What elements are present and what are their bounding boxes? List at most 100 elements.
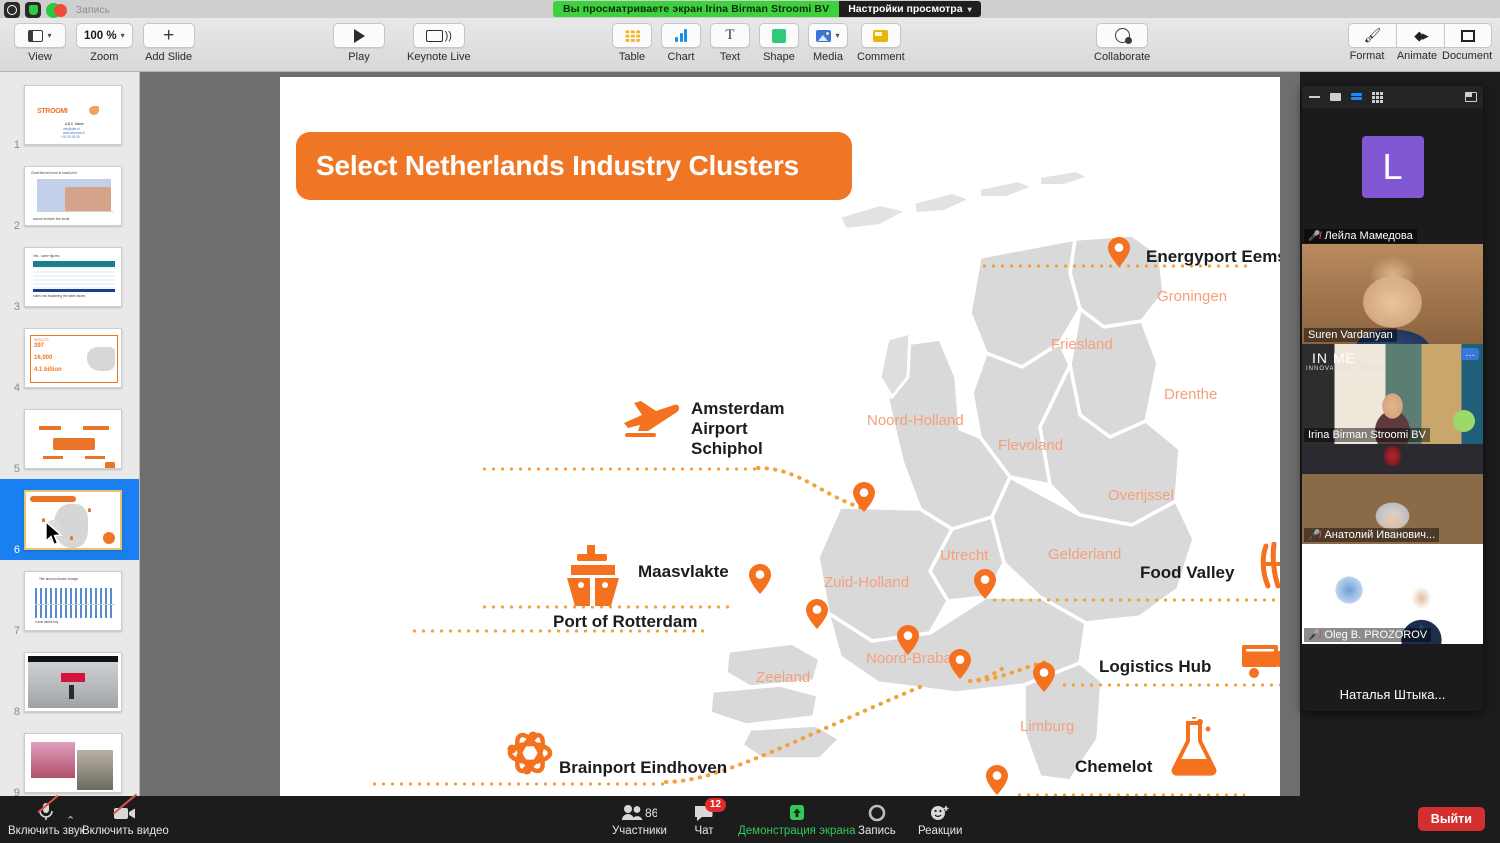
thumbnail-canvas: RESULTS 397 16,000 4.1 billion: [24, 327, 122, 388]
collaborate-button[interactable]: Collaborate: [1094, 23, 1150, 63]
cluster-label-foodvalley: Food Valley: [1140, 563, 1235, 582]
atom-icon: [507, 731, 553, 775]
map-pin-foodvalley[interactable]: [974, 569, 996, 599]
gallery-view-icon[interactable]: [1371, 91, 1384, 103]
comment-button[interactable]: Comment: [857, 23, 905, 63]
slide-thumbnail-2[interactable]: 2 Chart title text here in small print s…: [0, 155, 139, 236]
reactions-icon: [929, 802, 951, 822]
slide-thumbnail-3[interactable]: 3 Info - some figures notes row explaini…: [0, 236, 139, 317]
share-screen-label: Демонстрация экрана: [738, 825, 856, 837]
slide-number: 6: [13, 544, 20, 556]
participant-tile-2[interactable]: Suren Vardanyan: [1302, 244, 1483, 344]
slide-thumbnail-6[interactable]: 6: [0, 479, 139, 560]
window-controls: Запись: [4, 2, 110, 18]
view-button[interactable]: ▾ View: [14, 23, 66, 63]
speaker-view-icon[interactable]: [1350, 92, 1363, 103]
reactions-button[interactable]: Реакции: [918, 802, 962, 837]
participant-tile-6[interactable]: Наталья Штыка...: [1302, 644, 1483, 711]
tile-more-options-icon[interactable]: …: [1461, 348, 1479, 360]
chat-button[interactable]: 12 Чат: [694, 798, 726, 837]
document-button[interactable]: [1444, 23, 1492, 48]
shape-label: Shape: [763, 51, 795, 63]
shape-button[interactable]: Shape: [759, 23, 799, 63]
chart-label: Chart: [667, 51, 695, 63]
thumbnail-canvas: [24, 651, 122, 712]
cluster-label-logistics: Logistics Hub: [1099, 657, 1212, 676]
participants-label: Участники: [612, 825, 667, 837]
chart-button[interactable]: Chart: [661, 23, 701, 63]
map-pin-schiphol[interactable]: [853, 482, 875, 512]
view-options-button[interactable]: Настройки просмотра ▾: [839, 1, 981, 17]
media-label: Media: [813, 51, 843, 63]
add-slide-button[interactable]: + Add Slide: [142, 23, 195, 63]
thumbnail-canvas: Info - some figures notes row explaining…: [24, 246, 122, 307]
slide-number: 9: [13, 787, 20, 796]
start-video-button[interactable]: Включить видео: [82, 793, 169, 837]
slide-thumbnail-8[interactable]: 8: [0, 641, 139, 722]
zoom-label: Zoom: [90, 51, 119, 63]
thumbnail-canvas: [24, 408, 122, 469]
collaborate-icon: [1114, 28, 1132, 44]
participant-name-1: 🎤̸ Лейла Мамедова: [1304, 229, 1417, 243]
truck-icon: [1242, 645, 1280, 678]
single-view-icon[interactable]: [1329, 92, 1342, 103]
thumbnail-canvas: STROOMI A.B.C. Name info@site.nl www.str…: [24, 84, 122, 145]
animate-button[interactable]: ◆▸: [1396, 23, 1444, 48]
sharing-notice-text: Вы просматриваете экран Irina Birman Str…: [553, 1, 840, 17]
participant-name-5: 🎤̸ Oleg B. PROZOROV: [1304, 628, 1432, 642]
minimize-icon[interactable]: [1308, 92, 1321, 103]
recording-label: Запись: [76, 4, 111, 16]
shape-icon: [772, 28, 786, 43]
toolbar-right-segmented: 🖌 ◆▸: [1348, 23, 1492, 48]
mic-off-icon: 🎤̸: [1308, 230, 1321, 242]
food-icon: [1260, 542, 1280, 589]
slide-thumbnail-1[interactable]: 1 STROOMI A.B.C. Name info@site.nl www.s…: [0, 74, 139, 155]
slide-navigator[interactable]: 1 STROOMI A.B.C. Name info@site.nl www.s…: [0, 72, 140, 796]
participant-tile-3[interactable]: IN ME INNOVATION MEDIA … Irina Birman St…: [1302, 344, 1483, 444]
popout-icon[interactable]: [1465, 92, 1477, 102]
share-screen-button[interactable]: Демонстрация экрана: [738, 802, 856, 837]
chart-icon: [675, 29, 687, 42]
play-button[interactable]: Play: [333, 23, 385, 63]
thumbnail-canvas: Title about indicator change x axis labe…: [24, 570, 122, 631]
flask-icon: [1171, 717, 1217, 776]
format-button[interactable]: 🖌: [1348, 23, 1396, 48]
toolbar-left-group: ▾ View 100 % ▾ Zoom + Add Slide: [14, 23, 195, 63]
zoom-button[interactable]: 100 % ▾ Zoom: [76, 23, 133, 63]
map-pin-rotterdam[interactable]: [806, 599, 828, 629]
cluster-label-maasvlakte: Maasvlakte: [638, 562, 729, 581]
record-button[interactable]: Запись: [858, 802, 896, 837]
participants-button[interactable]: 86 Участники: [612, 802, 667, 837]
security-shield-icon: [25, 2, 41, 18]
leave-label: Выйти: [1430, 812, 1472, 826]
map-pin-eindhoven[interactable]: [949, 649, 971, 679]
map-pin-brabant[interactable]: [897, 625, 919, 655]
slide-thumbnail-9[interactable]: 9: [0, 722, 139, 796]
participant-tile-5[interactable]: 🎤̸ Oleg B. PROZOROV: [1302, 544, 1483, 644]
table-label: Table: [618, 51, 646, 63]
participant-name-3: Irina Birman Stroomi BV: [1304, 428, 1430, 442]
leave-meeting-button[interactable]: Выйти: [1417, 807, 1485, 831]
table-button[interactable]: Table: [612, 23, 652, 63]
zoom-bottom-toolbar: Включить звук ⌃ Включить видео 86 Участн…: [0, 793, 1500, 843]
keynote-live-button[interactable]: )) Keynote Live: [407, 23, 471, 63]
play-label: Play: [348, 51, 370, 63]
media-button[interactable]: ▾ Media: [808, 23, 848, 63]
audio-options-chevron-icon[interactable]: ⌃: [66, 814, 75, 827]
slide-thumbnail-4[interactable]: 4 RESULTS 397 16,000 4.1 billion: [0, 317, 139, 398]
map-pin-eemshaven[interactable]: [1108, 237, 1130, 267]
screen-share-status-pill: Вы просматриваете экран Irina Birman Str…: [553, 1, 981, 17]
toolbar-play-group: Play )) Keynote Live: [333, 23, 471, 63]
animate-icon: ◆▸: [1414, 27, 1428, 43]
map-pin-logistics[interactable]: [1033, 662, 1055, 692]
participant-tile-4[interactable]: 🎤̸ Анатолий Иванович...: [1302, 444, 1483, 544]
slide-thumbnail-5[interactable]: 5: [0, 398, 139, 479]
map-pin-maasvlakte[interactable]: [749, 564, 771, 594]
stop-recording-dot[interactable]: [54, 3, 67, 17]
participant-tile-1[interactable]: L: [1302, 108, 1483, 226]
map-pin-chemelot[interactable]: [986, 765, 1008, 795]
toolbar-collaborate-group: Collaborate: [1094, 23, 1150, 63]
text-button[interactable]: T Text: [710, 23, 750, 63]
slide-thumbnail-7[interactable]: 7 Title about indicator change x axis la…: [0, 560, 139, 641]
document-label: Document: [1442, 50, 1493, 62]
